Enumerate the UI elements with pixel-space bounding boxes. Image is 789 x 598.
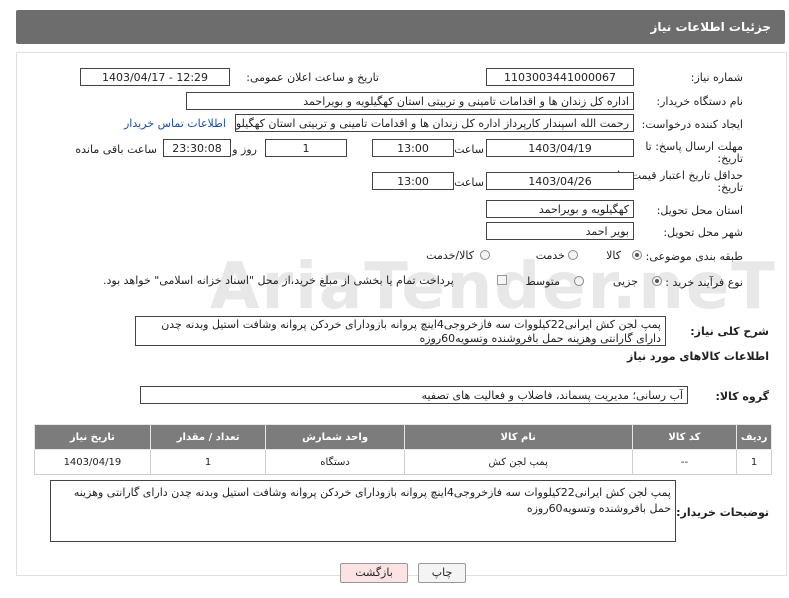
days-field[interactable]: 1 [265,139,347,157]
cell-unit: دستگاه [265,449,405,475]
cell-code: -- [631,449,738,475]
city-field[interactable]: بویر احمد [486,222,634,240]
province-label: استان محل تحویل: [656,204,743,217]
col-name: نام کالا [403,424,633,450]
col-row: ردیف [736,424,772,450]
category-goods-service-radio[interactable] [480,250,490,260]
treasury-payment-checkbox[interactable] [497,275,507,285]
buyer-org-field[interactable]: اداره کل زندان ها و اقدامات تامینی و ترب… [186,92,634,110]
col-code: کد کالا [631,424,738,450]
reply-deadline-label-2: تاریخ: [717,152,743,165]
city-label: شهر محل تحویل: [663,226,743,239]
print-button[interactable]: چاپ [418,563,466,583]
reply-time-field[interactable]: 13:00 [372,139,454,157]
need-number-label: شماره نیاز: [690,71,743,84]
buyer-notes-textarea[interactable]: پمپ لجن کش ایرانی22کیلووات سه فازخروجی4ا… [50,480,676,542]
validity-time-field[interactable]: 13:00 [372,172,454,190]
buyer-notes-label: توضیحات خریدار: [676,506,769,519]
treasury-payment-note: پرداخت تمام یا بخشی از مبلغ خرید،از محل … [103,274,454,287]
remaining-label: ساعت باقی مانده [75,143,157,156]
category-service-radio[interactable] [568,250,578,260]
days-label: روز و [232,143,257,156]
process-medium-radio[interactable] [574,276,584,286]
process-medium-label: متوسط [525,275,560,288]
table-row: 1 -- پمپ لجن کش دستگاه 1 1403/04/19 [34,449,772,475]
need-number-field[interactable]: 1103003441000067 [486,68,634,86]
goods-table: ردیف کد کالا نام کالا واحد شمارش تعداد /… [34,424,772,475]
col-unit: واحد شمارش [265,424,405,450]
validity-label-2: تاریخ: [717,181,743,194]
cell-date: 1403/04/19 [34,449,151,475]
buyer-org-label: نام دستگاه خریدار: [656,95,743,108]
col-date: تاریخ نیاز [34,424,151,450]
announce-label: تاریخ و ساعت اعلان عمومی: [246,71,379,84]
category-label: طبقه بندی موضوعی: [645,250,743,263]
page-title: جزئیات اطلاعات نیاز [650,20,771,34]
category-goods-label: کالا [606,249,621,262]
goods-section-title: اطلاعات کالاهای مورد نیاز [627,350,769,363]
col-qty: تعداد / مقدار [149,424,267,450]
reply-date-field[interactable]: 1403/04/19 [486,139,634,157]
process-minor-radio[interactable] [652,276,662,286]
reply-time-label: ساعت [454,143,484,156]
goods-group-label: گروه کالا: [715,390,769,403]
cell-row: 1 [736,449,772,475]
buyer-contact-link[interactable]: اطلاعات تماس خریدار [124,117,226,130]
validity-time-label: ساعت [454,176,484,189]
cell-qty: 1 [149,449,267,475]
announce-field[interactable]: 1403/04/17 - 12:29 [80,68,230,86]
summary-label: شرح کلی نیاز: [690,325,769,338]
category-service-label: خدمت [535,249,565,262]
cell-name: پمپ لجن کش [403,449,633,475]
process-label: نوع فرآیند خرید : [665,276,743,289]
goods-table-header: ردیف کد کالا نام کالا واحد شمارش تعداد /… [34,424,772,450]
validity-date-field[interactable]: 1403/04/26 [486,172,634,190]
category-goods-service-label: کالا/خدمت [426,249,474,262]
process-minor-label: جزیی [612,275,638,288]
remaining-time-field[interactable]: 23:30:08 [163,139,231,157]
page-header: جزئیات اطلاعات نیاز [16,10,785,44]
summary-textarea[interactable]: پمپ لجن کش ایرانی22کیلووات سه فازخروجی4ا… [135,316,666,346]
requester-field[interactable]: رحمت الله اسپندار کارپرداز اداره کل زندا… [235,114,634,132]
goods-group-field[interactable]: آب رسانی؛ مدیریت پسماند، فاضلاب و فعالیت… [140,386,688,404]
back-button[interactable]: بازگشت [340,563,408,583]
requester-label: ایجاد کننده درخواست: [641,118,743,131]
province-field[interactable]: کهگیلویه و بویراحمد [486,200,634,218]
category-goods-radio[interactable] [632,250,642,260]
